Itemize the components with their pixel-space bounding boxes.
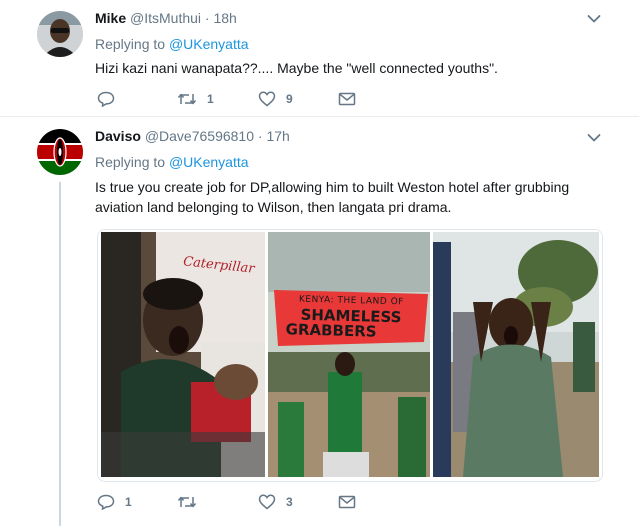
reply-button[interactable]: 1: [97, 492, 132, 512]
display-name[interactable]: Daviso: [95, 128, 141, 144]
like-button[interactable]: 3: [258, 492, 293, 512]
like-button[interactable]: 9: [258, 89, 293, 109]
tweet-text: Is true you create job for DP,allowing h…: [95, 177, 615, 217]
user-handle[interactable]: @ItsMuthui: [130, 10, 201, 26]
replying-to: Replying to @UKenyatta: [95, 154, 249, 170]
tweet-text: Hizi kazi nani wanapata??.... Maybe the …: [95, 60, 498, 76]
heart-icon: [258, 91, 276, 107]
reply-button[interactable]: [97, 89, 125, 109]
avatar-mike[interactable]: [37, 11, 83, 57]
retweet-icon: [177, 93, 197, 105]
envelope-icon: [338, 92, 356, 106]
heart-icon: [258, 494, 276, 510]
replying-to-link[interactable]: @UKenyatta: [169, 36, 249, 52]
retweet-icon: [177, 496, 197, 508]
tweet-1[interactable]: Mike @ItsMuthui · 18h Replying to @UKeny…: [0, 0, 639, 115]
sign-text: KENYA: THE LAND OF SHAMELESS GRABBERS: [275, 292, 426, 341]
sign-text-line-3: GRABBERS: [285, 320, 377, 341]
timestamp[interactable]: 17h: [266, 128, 289, 144]
separator: ·: [257, 128, 263, 144]
chevron-down-icon[interactable]: [587, 130, 605, 144]
tweet-actions: 1 9: [95, 89, 395, 109]
retweet-button[interactable]: [177, 492, 207, 512]
reply-count: 1: [125, 495, 132, 509]
reply-icon: [97, 494, 115, 510]
tweet-header: Daviso @Dave76596810 · 17h: [95, 128, 290, 144]
direct-message-button[interactable]: [338, 492, 356, 512]
photo-crying-child[interactable]: Caterpillar: [101, 232, 265, 477]
tweet-header: Mike @ItsMuthui · 18h: [95, 10, 237, 26]
timestamp[interactable]: 18h: [213, 10, 236, 26]
replying-prefix: Replying to: [95, 154, 166, 170]
retweet-count: 1: [207, 92, 214, 106]
replying-prefix: Replying to: [95, 36, 166, 52]
chevron-down-icon[interactable]: [587, 11, 605, 25]
thread-line: [59, 182, 61, 526]
photo-protest-sign[interactable]: KENYA: THE LAND OF SHAMELESS GRABBERS: [268, 232, 430, 477]
separator: ·: [204, 10, 210, 26]
envelope-icon: [338, 495, 356, 509]
tweet-text-line-2: aviation land belonging to Wilson, then …: [95, 199, 452, 215]
replying-to-link[interactable]: @UKenyatta: [169, 154, 249, 170]
media-collage[interactable]: Caterpillar KENYA: THE LAND OF SHAMELESS…: [97, 229, 603, 482]
tweet-text-line-1: Is true you create job for DP,allowing h…: [95, 179, 570, 195]
replying-to: Replying to @UKenyatta: [95, 36, 249, 52]
like-count: 9: [286, 92, 293, 106]
user-handle[interactable]: @Dave76596810: [145, 128, 254, 144]
reply-icon: [97, 91, 115, 107]
tweet-actions: 1 3: [95, 492, 395, 512]
direct-message-button[interactable]: [338, 89, 356, 109]
display-name[interactable]: Mike: [95, 10, 126, 26]
avatar-daviso[interactable]: [37, 129, 83, 175]
retweet-button[interactable]: 1: [177, 89, 214, 109]
like-count: 3: [286, 495, 293, 509]
photo-children-crying-outdoors[interactable]: [433, 232, 599, 477]
